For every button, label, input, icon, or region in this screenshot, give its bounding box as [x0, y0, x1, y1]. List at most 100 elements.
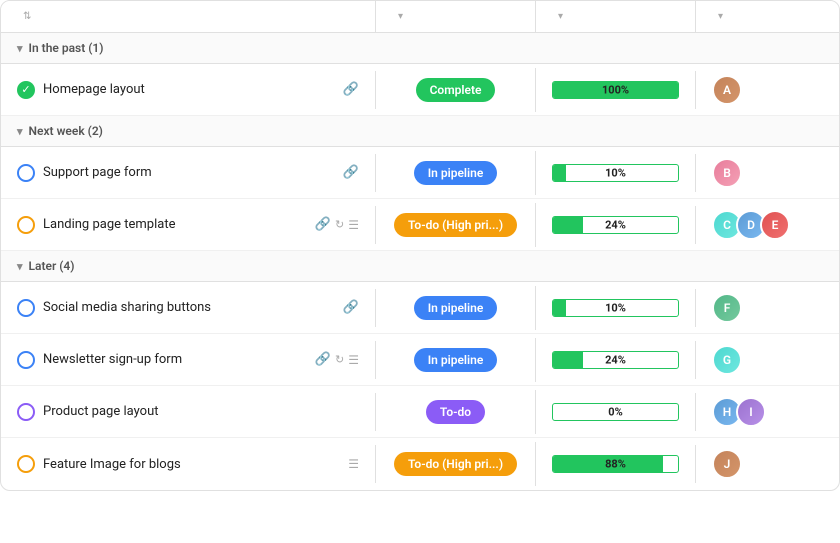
task-progress-cell: 24%	[536, 341, 696, 379]
avatar-group: F	[712, 293, 742, 323]
group-header-later[interactable]: ▾ Later (4)	[1, 251, 839, 282]
progress-fill	[553, 352, 583, 368]
link-icon: 🔗	[343, 300, 359, 315]
refresh-icon: ↻	[335, 353, 344, 366]
group-label: Later (4)	[29, 259, 75, 273]
task-name-cell: Social media sharing buttons 🔗	[1, 289, 376, 327]
progress-label: 24%	[605, 218, 626, 231]
task-name-cell: Product page layout	[1, 393, 376, 431]
stage-badge: In pipeline	[414, 296, 498, 320]
link-icon: 🔗	[315, 217, 331, 232]
status-pipeline-icon	[17, 299, 35, 317]
status-todo-high-icon	[17, 216, 35, 234]
status-todo-high-icon	[17, 455, 35, 473]
task-name-cell: Landing page template 🔗↻☰	[1, 206, 376, 244]
progress-label: 0%	[608, 405, 622, 418]
task-stage-cell: In pipeline	[376, 151, 536, 195]
group-label: In the past (1)	[29, 41, 104, 55]
task-icon-group: ☰	[348, 457, 359, 471]
table-row[interactable]: Newsletter sign-up form 🔗↻☰ In pipeline …	[1, 334, 839, 386]
task-name-label: Social media sharing buttons	[43, 300, 335, 315]
table-row[interactable]: ✓ Homepage layout 🔗 Complete 100% A	[1, 64, 839, 116]
table-header: ⇅ ▾ ▾ ▾	[1, 1, 839, 33]
task-icon-group: 🔗	[343, 300, 359, 315]
task-assigned-cell: HI	[696, 387, 840, 437]
progress-bar: 0%	[552, 403, 679, 421]
stage-badge: Complete	[416, 78, 496, 102]
stage-badge: To-do	[426, 400, 485, 424]
avatar-group: B	[712, 158, 742, 188]
avatar-group: A	[712, 75, 742, 105]
stage-badge: To-do (High pri...)	[394, 452, 517, 476]
avatar-group: G	[712, 345, 742, 375]
table-row[interactable]: Landing page template 🔗↻☰ To-do (High pr…	[1, 199, 839, 251]
progress-bar: 10%	[552, 299, 679, 317]
group-label: Next week (2)	[29, 124, 103, 138]
stage-badge: In pipeline	[414, 348, 498, 372]
task-stage-cell: To-do (High pri...)	[376, 203, 536, 247]
progress-bar: 10%	[552, 164, 679, 182]
table-row[interactable]: Product page layout To-do 0% HI	[1, 386, 839, 438]
avatar-group: J	[712, 449, 742, 479]
progress-bar: 24%	[552, 216, 679, 234]
group-chevron-icon: ▾	[17, 260, 23, 273]
link-icon: 🔗	[343, 82, 359, 97]
table-row[interactable]: Feature Image for blogs ☰ To-do (High pr…	[1, 438, 839, 490]
group-header-next[interactable]: ▾ Next week (2)	[1, 116, 839, 147]
task-name-cell: Newsletter sign-up form 🔗↻☰	[1, 341, 376, 379]
refresh-icon: ↻	[335, 218, 344, 231]
status-complete-icon: ✓	[17, 81, 35, 99]
task-stage-cell: To-do (High pri...)	[376, 442, 536, 486]
avatar: E	[760, 210, 790, 240]
task-assigned-cell: G	[696, 335, 840, 385]
task-table: ⇅ ▾ ▾ ▾ ▾ In the past (1) ✓ Homepage lay…	[0, 0, 840, 491]
task-name-cell: ✓ Homepage layout 🔗	[1, 71, 376, 109]
task-icon-group: 🔗	[343, 82, 359, 97]
group-header-past[interactable]: ▾ In the past (1)	[1, 33, 839, 64]
header-assigned[interactable]: ▾	[696, 1, 840, 32]
link-icon: 🔗	[315, 352, 331, 367]
groups-container: ▾ In the past (1) ✓ Homepage layout 🔗 Co…	[1, 33, 839, 490]
table-row[interactable]: Support page form 🔗 In pipeline 10% B	[1, 147, 839, 199]
task-assigned-cell: A	[696, 65, 840, 115]
header-stage[interactable]: ▾	[376, 1, 536, 32]
stage-badge: In pipeline	[414, 161, 498, 185]
avatar: F	[712, 293, 742, 323]
chevron-down-icon: ▾	[718, 11, 723, 22]
task-icon-group: 🔗 ↻ ☰	[315, 217, 359, 232]
avatar-group: HI	[712, 397, 766, 427]
avatar: B	[712, 158, 742, 188]
list-icon: ☰	[348, 457, 359, 471]
chevron-down-icon: ▾	[558, 11, 563, 22]
status-pipeline-icon	[17, 164, 35, 182]
progress-label: 10%	[605, 166, 626, 179]
task-name-label: Support page form	[43, 165, 335, 180]
task-assigned-cell: B	[696, 148, 840, 198]
progress-fill	[553, 217, 583, 233]
task-name-cell: Feature Image for blogs ☰	[1, 445, 376, 483]
chevron-down-icon: ▾	[398, 11, 403, 22]
task-stage-cell: Complete	[376, 68, 536, 112]
status-todo-icon	[17, 403, 35, 421]
task-assigned-cell: F	[696, 283, 840, 333]
list-icon: ☰	[348, 353, 359, 367]
header-task-title[interactable]: ⇅	[1, 1, 376, 32]
task-name-label: Feature Image for blogs	[43, 457, 340, 472]
task-icon-group: 🔗	[343, 165, 359, 180]
sort-icon: ⇅	[23, 11, 31, 22]
avatar: J	[712, 449, 742, 479]
progress-label: 88%	[605, 458, 626, 471]
list-icon: ☰	[348, 218, 359, 232]
group-chevron-icon: ▾	[17, 125, 23, 138]
task-name-label: Homepage layout	[43, 82, 335, 97]
group-chevron-icon: ▾	[17, 42, 23, 55]
link-icon: 🔗	[343, 165, 359, 180]
task-name-cell: Support page form 🔗	[1, 154, 376, 192]
table-row[interactable]: Social media sharing buttons 🔗 In pipeli…	[1, 282, 839, 334]
header-progress[interactable]: ▾	[536, 1, 696, 32]
progress-label: 100%	[602, 83, 629, 96]
progress-fill	[553, 300, 566, 316]
avatar: A	[712, 75, 742, 105]
task-assigned-cell: J	[696, 439, 840, 489]
progress-label: 10%	[605, 301, 626, 314]
